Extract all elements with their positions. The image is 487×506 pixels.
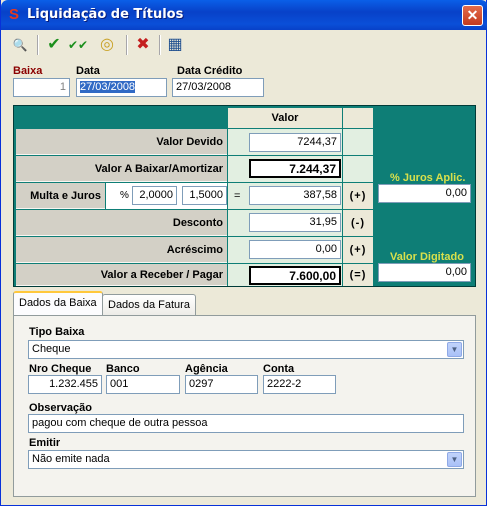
sign-column-header [343, 108, 373, 128]
data-credito-field[interactable]: 27/03/2008 [172, 78, 264, 97]
window-title: Liquidação de Títulos [27, 7, 184, 22]
dados-baixa-panel: Tipo Baixa Cheque ▼ Nro Cheque 1.232.455… [13, 315, 476, 497]
chevron-down-icon[interactable]: ▼ [447, 452, 462, 467]
juros-aplic-label: % Juros Aplic. [390, 172, 466, 184]
nro-cheque-label: Nro Cheque [29, 363, 92, 375]
data-credito-label: Data Crédito [177, 65, 243, 77]
emitir-select[interactable]: Não emite nada ▼ [28, 450, 464, 469]
tab-dados-fatura[interactable]: Dados da Fatura [102, 294, 196, 316]
desconto-label: Desconto [16, 210, 227, 236]
conta-field[interactable]: 2222-2 [263, 375, 336, 394]
cancel-x-icon[interactable]: ✖ [132, 34, 154, 56]
data-field[interactable]: 27/03/2008 [76, 78, 167, 97]
valor-baixar-label: Valor A Baixar/Amortizar [16, 156, 227, 182]
baixa-field[interactable]: 1 [13, 78, 70, 97]
toolbar-separator [37, 35, 39, 55]
observacao-field[interactable]: pagou com cheque de outra pessoa [28, 414, 464, 433]
acrescimo-sign: (+) [343, 237, 373, 263]
observacao-label: Observação [29, 402, 92, 414]
equals-sign: = [234, 190, 241, 202]
data-label: Data [76, 65, 100, 77]
coins-icon[interactable]: ◎ [96, 34, 118, 56]
desconto-sign: (-) [343, 210, 373, 236]
multa-pct-field[interactable]: 2,0000 [132, 186, 177, 205]
conta-label: Conta [263, 363, 295, 375]
toolbar-separator [159, 35, 161, 55]
check-icon[interactable]: ✔ [43, 34, 65, 56]
valor-baixar-field[interactable]: 7.244,37 [249, 159, 341, 178]
valor-devido-field[interactable]: 7244,37 [249, 133, 341, 152]
search-icon[interactable]: 🔍 [9, 34, 31, 56]
valor-devido-sign-cell [343, 129, 373, 155]
chevron-down-icon[interactable]: ▼ [447, 342, 462, 357]
baixa-label: Baixa [13, 65, 43, 77]
percent-sign: % [120, 190, 129, 201]
valor-receber-sign: (=) [343, 264, 373, 286]
double-check-icon[interactable]: ✔✔ [67, 34, 89, 56]
emitir-label: Emitir [29, 437, 61, 449]
app-icon: S [8, 6, 19, 23]
agencia-label: Agência [185, 363, 228, 375]
multa-juros-label: Multa e Juros [16, 183, 105, 209]
banco-label: Banco [106, 363, 140, 375]
dialog-window: S Liquidação de Títulos ✕ 🔍 ✔ ✔✔ ◎ ✖ ▦ Baixa … [0, 0, 487, 506]
tab-dados-baixa[interactable]: Dados da Baixa [13, 291, 103, 316]
tipo-baixa-label: Tipo Baixa [29, 326, 85, 338]
close-button[interactable]: ✕ [462, 5, 483, 26]
acrescimo-field[interactable]: 0,00 [249, 240, 341, 259]
multa-sign: (+) [343, 183, 373, 209]
emitir-value: Não emite nada [32, 453, 110, 465]
desconto-field[interactable]: 31,95 [249, 213, 341, 232]
toolbar-separator [126, 35, 128, 55]
tipo-baixa-select[interactable]: Cheque ▼ [28, 340, 464, 359]
juros-pct-field[interactable]: 1,5000 [182, 186, 227, 205]
calculator-icon[interactable]: ▦ [164, 34, 186, 56]
valor-baixar-sign-cell [343, 156, 373, 182]
multa-juros-value-field[interactable]: 387,58 [249, 186, 341, 205]
values-panel: Valor Valor Devido 7244,37 Valor A Baixa… [13, 105, 476, 287]
agencia-field[interactable]: 0297 [185, 375, 258, 394]
title-bar[interactable]: S Liquidação de Títulos ✕ [1, 0, 487, 30]
valor-devido-label: Valor Devido [16, 129, 227, 155]
banco-field[interactable]: 001 [106, 375, 180, 394]
valor-digitado-label: Valor Digitado [390, 251, 464, 263]
data-field-text: 27/03/2008 [80, 81, 136, 93]
valor-digitado-field[interactable]: 0,00 [378, 263, 471, 282]
valor-receber-label: Valor a Receber / Pagar [16, 264, 227, 286]
valor-receber-field[interactable]: 7.600,00 [249, 266, 341, 285]
nro-cheque-field[interactable]: 1.232.455 [28, 375, 102, 394]
acrescimo-label: Acréscimo [16, 237, 227, 263]
tipo-baixa-value: Cheque [32, 343, 71, 355]
valor-column-header: Valor [228, 108, 342, 128]
juros-aplic-field[interactable]: 0,00 [378, 184, 471, 203]
